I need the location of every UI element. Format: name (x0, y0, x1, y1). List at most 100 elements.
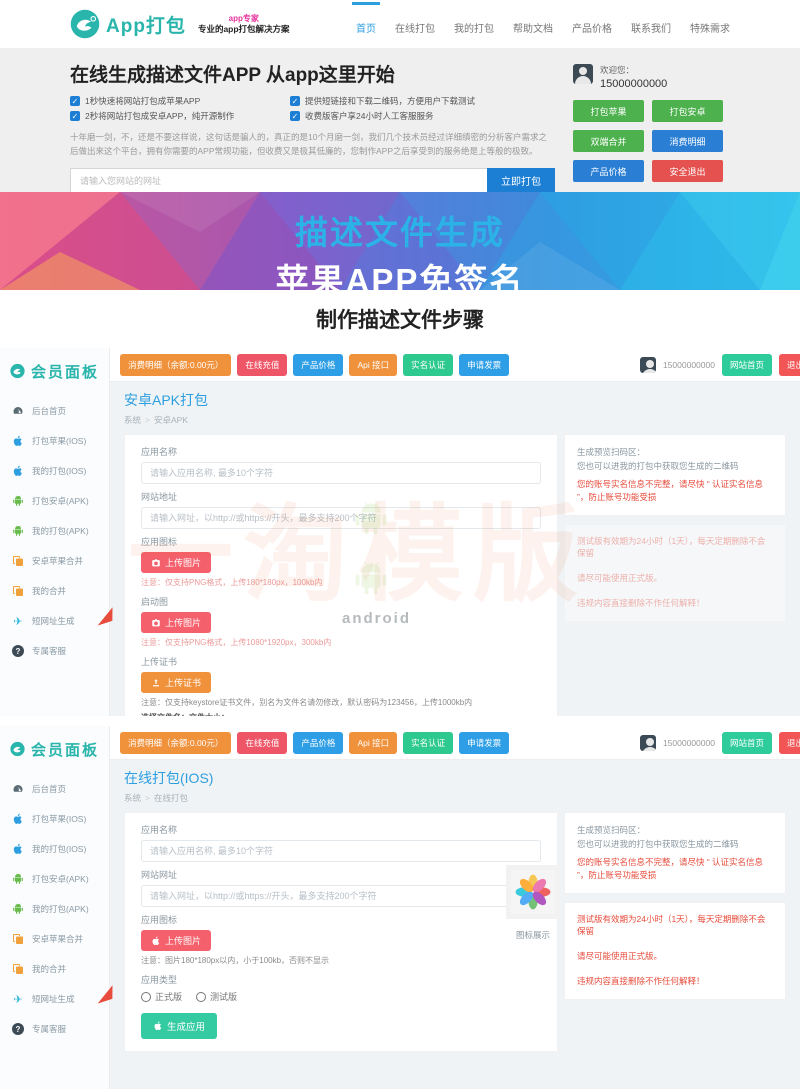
apple-icon (12, 813, 24, 825)
realname-warning: 您的账号实名信息不完整，请尽快 “ 认证实名信息 ”，防止账号功能受损 (577, 478, 764, 503)
sidebar-item-my-apk[interactable]: 我的打包(APK) (0, 516, 109, 546)
spend-detail-balance-button[interactable]: 消费明细（余额:0.00元） (120, 731, 232, 754)
app-type-group: 正式版 测试版 (141, 990, 541, 1003)
panel-topbar: 消费明细（余额:0.00元） 在线充值 产品价格 Api 接口 实名认证 申请发… (110, 348, 800, 382)
nav-item-online-pack[interactable]: 在线打包 (395, 14, 435, 35)
support-icon (12, 645, 24, 657)
site-home-button[interactable]: 网站首页 (721, 731, 772, 754)
sidebar-item-dashboard[interactable]: 后台首页 (0, 396, 109, 426)
logo[interactable]: App打包 app专家 专业的app打包解决方案 (70, 9, 290, 39)
nav-item-contact[interactable]: 联系我们 (631, 14, 671, 35)
notice-box: 测试版有效期为24小时（1天），每天定期删除不会保留 请尽可能使用正式版。 违规… (564, 902, 786, 1001)
sidebar-item-label: 我的合并 (32, 964, 67, 974)
notice-box: 测试版有效期为24小时（1天），每天定期删除不会保留 请尽可能使用正式版。 违规… (564, 524, 786, 623)
invoice-button[interactable]: 申请发票 (459, 731, 510, 754)
feature-label: 提供短链接和下载二维码，方便用户下载测试 (305, 96, 476, 106)
breadcrumb-root[interactable]: 系统 (124, 415, 141, 425)
sidebar-item-my-ios[interactable]: 我的打包(IOS) (0, 834, 109, 864)
promo-banner: 描述文件生成苹果APP免签名 开始生成 (0, 192, 800, 290)
steps-section: 制作描述文件步骤 (0, 290, 800, 348)
recharge-button[interactable]: 在线充值 (237, 353, 288, 376)
sidebar-item-pack-ios[interactable]: 打包苹果(IOS) (0, 804, 109, 834)
pack-apple-button[interactable]: 打包苹果 (573, 100, 644, 122)
site-home-button[interactable]: 网站首页 (721, 353, 772, 376)
sidebar-item-dashboard[interactable]: 后台首页 (0, 774, 109, 804)
merge-both-button[interactable]: 双端合并 (573, 130, 644, 152)
upload-splash-button[interactable]: 上传图片 (141, 612, 212, 633)
spend-detail-button[interactable]: 消费明细 (652, 130, 723, 152)
user-phone: 15000000000 (662, 737, 715, 748)
welcome-label: 欢迎您： (600, 65, 635, 75)
safe-logout-button[interactable]: 安全退出 (652, 160, 723, 182)
pack-now-button[interactable]: 立即打包 (487, 167, 555, 194)
apple-icon (12, 465, 24, 477)
realname-verify-button[interactable]: 实名认证 (403, 353, 454, 376)
preview-line: 您也可以进我的打包中获取您生成的二维码 (577, 461, 739, 472)
apple-icon (12, 843, 24, 855)
sidebar-item-label: 打包苹果(IOS) (32, 436, 87, 446)
sidebar-item-label: 专属客服 (32, 1024, 67, 1034)
sidebar-item-pack-apk[interactable]: 打包安卓(APK) (0, 864, 109, 894)
pricing-button[interactable]: 产品价格 (293, 353, 344, 376)
sidebar-item-label: 我的打包(APK) (32, 904, 89, 914)
merge-icon (12, 555, 24, 567)
logout-button[interactable]: 退出 (778, 353, 800, 376)
radio-test-input[interactable] (196, 991, 207, 1002)
sidebar-item-support[interactable]: 专属客服 (0, 636, 109, 666)
sidebar-item-my-merge[interactable]: 我的合并 (0, 576, 109, 606)
logout-button[interactable]: 退出 (778, 731, 800, 754)
nav-item-my-pack[interactable]: 我的打包 (454, 14, 494, 35)
upload-button-label: 上传图片 (165, 936, 202, 946)
sidebar-item-pack-ios[interactable]: 打包苹果(IOS) (0, 426, 109, 456)
radio-release-input[interactable] (141, 991, 151, 1002)
site-url-input[interactable] (141, 507, 541, 529)
sidebar-item-short-url[interactable]: 短网址生成 (0, 984, 109, 1014)
realname-verify-button[interactable]: 实名认证 (403, 731, 454, 754)
merge-icon (12, 963, 24, 975)
api-button[interactable]: Api 接口 (349, 353, 398, 376)
api-button[interactable]: Api 接口 (349, 731, 398, 754)
cert-upload-note: 注意：仅支持keystore证书文件，别名为文件名请勿修改，默认密码为12345… (141, 698, 473, 707)
sidebar-item-support[interactable]: 专属客服 (0, 1014, 109, 1044)
sidebar: 会员面板 后台首页 打包苹果(IOS) 我的打包(IOS) 打包安卓(APK) … (0, 726, 110, 1089)
sidebar-title: 会员面板 (30, 363, 99, 381)
android-icon (12, 873, 24, 885)
pack-android-button[interactable]: 打包安卓 (652, 100, 723, 122)
site-url-input[interactable] (70, 167, 487, 194)
sidebar-item-pack-apk[interactable]: 打包安卓(APK) (0, 486, 109, 516)
panel-topbar: 消费明细（余额:0.00元） 在线充值 产品价格 Api 接口 实名认证 申请发… (110, 726, 800, 760)
radio-release[interactable]: 正式版 (141, 990, 182, 1003)
site-url-input[interactable] (141, 885, 541, 907)
upload-icon-button[interactable]: 上传图片 (141, 930, 212, 951)
upload-icon-button[interactable]: 上传图片 (141, 552, 212, 573)
invoice-button[interactable]: 申请发票 (459, 353, 510, 376)
radio-test[interactable]: 测试版 (196, 990, 237, 1003)
breadcrumb-separator: > (145, 793, 150, 803)
nav-item-pricing[interactable]: 产品价格 (572, 14, 612, 35)
app-icon-label: 应用图标 (141, 915, 178, 925)
nav-item-help-docs[interactable]: 帮助文档 (513, 14, 553, 35)
preview-box: 生成预览扫码区： 您也可以进我的打包中获取您生成的二维码 您的账号实名信息不完整… (564, 434, 786, 517)
preview-line: 生成预览扫码区： (577, 825, 646, 835)
breadcrumb-root[interactable]: 系统 (124, 793, 141, 803)
sidebar-item-my-merge[interactable]: 我的合并 (0, 954, 109, 984)
ios-form: 应用名称 网站网址 应用图标 上传图片 注意：图片180*180px以内，小于1… (124, 812, 558, 1052)
member-panel-icon (10, 741, 25, 757)
nav-item-special[interactable]: 特殊需求 (690, 14, 730, 35)
sidebar-item-my-apk[interactable]: 我的打包(APK) (0, 894, 109, 924)
pricing-button[interactable]: 产品价格 (573, 160, 644, 182)
sidebar-item-short-url[interactable]: 短网址生成 (0, 606, 109, 636)
upload-cert-button[interactable]: 上传证书 (141, 672, 212, 693)
app-name-input[interactable] (141, 462, 541, 484)
nav-item-home[interactable]: 首页 (352, 1, 380, 35)
flower-photos-icon (506, 865, 560, 919)
notice-line: 测试版有效期为24小时（1天），每天定期删除不会保留 (577, 536, 766, 559)
sidebar-item-merge[interactable]: 安卓苹果合并 (0, 924, 109, 954)
sidebar-item-my-ios[interactable]: 我的打包(IOS) (0, 456, 109, 486)
app-name-input[interactable] (141, 840, 541, 862)
sidebar-item-merge[interactable]: 安卓苹果合并 (0, 546, 109, 576)
spend-detail-balance-button[interactable]: 消费明细（余额:0.00元） (120, 353, 232, 376)
recharge-button[interactable]: 在线充值 (237, 731, 288, 754)
pricing-button[interactable]: 产品价格 (293, 731, 344, 754)
generate-ios-button[interactable]: 生成应用 (141, 1013, 218, 1039)
